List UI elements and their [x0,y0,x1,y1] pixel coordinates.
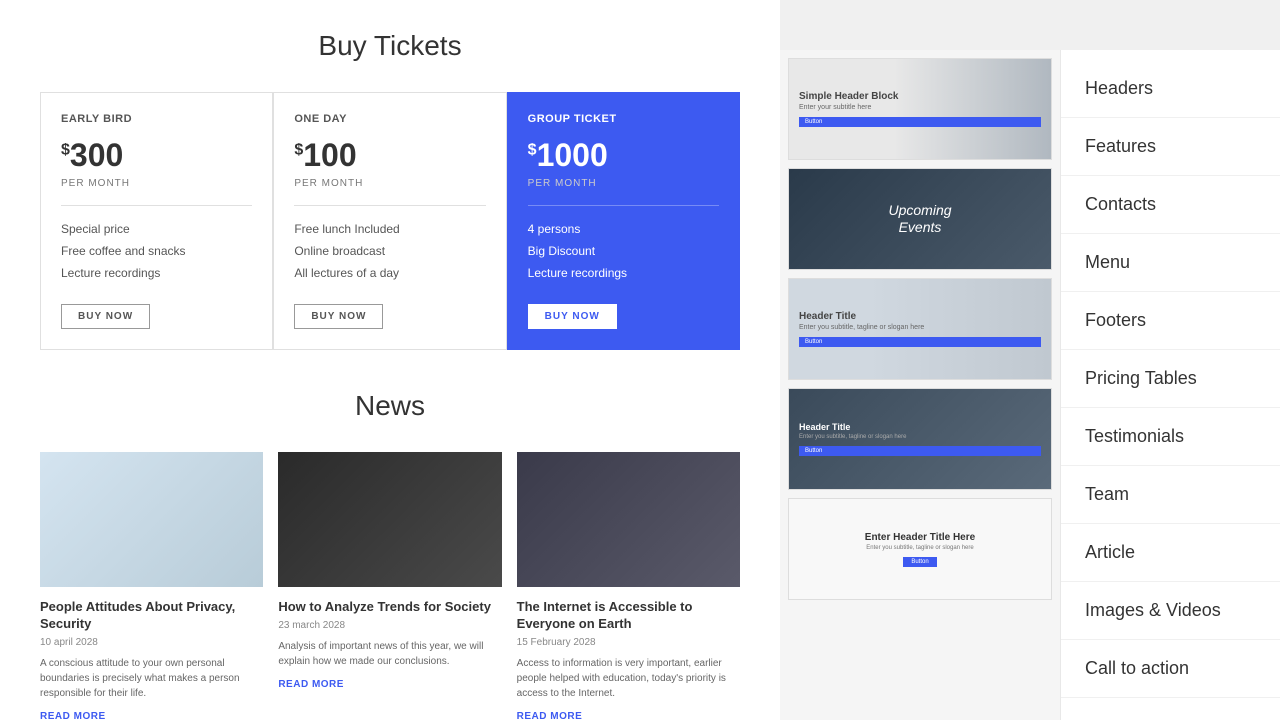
thumb-header-bg: Header Title Enter you subtitle, tagline… [789,279,1051,379]
main-content: Buy Tickets EARLY BIRD $300 PER MONTH Sp… [0,0,780,720]
pricing-card-group: GROUP TICKET $1000 PER MONTH 4 persons B… [507,92,740,350]
nav-item-menu[interactable]: Menu [1061,234,1280,292]
thumbnail-simple-header[interactable]: Simple Header Block Enter your subtitle … [788,58,1052,160]
thumb-upcoming-bg: UpcomingEvents [789,169,1051,269]
thumbnail-preview-1: Simple Header Block Enter your subtitle … [789,59,1051,159]
thumb-dark-header-bg: Header Title Enter you subtitle, tagline… [789,389,1051,489]
nav-item-article[interactable]: Article [1061,524,1280,582]
buy-btn-2[interactable]: BUY NOW [294,304,383,329]
read-more-1[interactable]: READ MORE [40,711,263,720]
thumbnail-header-title[interactable]: Header Title Enter you subtitle, tagline… [788,278,1052,380]
news-date-3: 15 February 2028 [517,637,740,648]
thumbnail-preview-4: Header Title Enter you subtitle, tagline… [789,389,1051,489]
pricing-label-1: EARLY BIRD [61,113,252,125]
thumb-simple-header-bg: Simple Header Block Enter your subtitle … [789,59,1051,159]
read-more-3[interactable]: READ MORE [517,711,740,720]
nav-item-headers[interactable]: Headers [1061,60,1280,118]
pricing-container: EARLY BIRD $300 PER MONTH Special price … [40,92,740,350]
pricing-period-3: PER MONTH [528,178,719,189]
thumb-light-btn: Button [903,557,936,567]
thumbnail-upcoming-events[interactable]: UpcomingEvents [788,168,1052,270]
news-card-1: People Attitudes About Privacy, Security… [40,452,263,587]
news-title-1: People Attitudes About Privacy, Security [40,599,263,633]
thumbnail-preview-5: Enter Header Title Here Enter you subtit… [789,499,1051,599]
pricing-features-3: 4 persons Big Discount Lecture recording… [528,218,719,284]
nav-item-team[interactable]: Team [1061,466,1280,524]
nav-item-contacts[interactable]: Contacts [1061,176,1280,234]
thumb-light-sub: Enter you subtitle, tagline or slogan he… [866,545,973,551]
pricing-label-2: ONE DAY [294,113,485,125]
pricing-period-2: PER MONTH [294,178,485,189]
thumbnails-panel[interactable]: Simple Header Block Enter your subtitle … [780,50,1060,720]
pricing-label-3: GROUP TICKET [528,113,719,125]
thumb-subtitle-3: Enter you subtitle, tagline or slogan he… [799,324,1041,331]
thumb-dark-title: Header Title [799,422,1041,432]
news-excerpt-2: Analysis of important news of this year,… [278,639,501,669]
thumb-light-title: Enter Header Title Here [865,532,975,543]
buy-btn-3[interactable]: BUY NOW [528,304,617,329]
pricing-price-1: $300 [61,137,252,174]
thumb-subtitle-1: Enter your subtitle here [799,104,1041,111]
news-card-3: The Internet is Accessible to Everyone o… [517,452,740,587]
news-excerpt-3: Access to information is very important,… [517,656,740,701]
buy-btn-1[interactable]: BUY NOW [61,304,150,329]
thumb-upcoming-title: UpcomingEvents [888,202,951,236]
news-excerpt-1: A conscious attitude to your own persona… [40,656,263,701]
news-date-2: 23 march 2028 [278,620,501,631]
news-section: News People Attitudes About Privacy, Sec… [40,390,740,587]
news-title: News [40,390,740,422]
read-more-2[interactable]: READ MORE [278,679,501,690]
pricing-card-early-bird: EARLY BIRD $300 PER MONTH Special price … [40,92,273,350]
buy-tickets-title: Buy Tickets [40,30,740,62]
nav-item-pricing-tables[interactable]: Pricing Tables [1061,350,1280,408]
right-sidebar: ✓ Select and Drag Section to Page Simple… [780,0,1280,720]
pricing-features-2: Free lunch Included Online broadcast All… [294,218,485,284]
news-title-3: The Internet is Accessible to Everyone o… [517,599,740,633]
nav-item-footers[interactable]: Footers [1061,292,1280,350]
thumbnail-preview-3: Header Title Enter you subtitle, tagline… [789,279,1051,379]
nav-item-features[interactable]: Features [1061,118,1280,176]
thumb-title-1: Simple Header Block [799,91,1041,102]
thumb-btn-3: Button [799,337,1041,347]
nav-item-images-videos[interactable]: Images & Videos [1061,582,1280,640]
pricing-period-1: PER MONTH [61,178,252,189]
nav-item-call-to-action[interactable]: Call to action [1061,640,1280,698]
pricing-card-one-day: ONE DAY $100 PER MONTH Free lunch Includ… [273,92,506,350]
news-card-2: How to Analyze Trends for Society 23 mar… [278,452,501,587]
thumb-dark-sub: Enter you subtitle, tagline or slogan he… [799,434,1041,440]
pricing-price-2: $100 [294,137,485,174]
news-grid: People Attitudes About Privacy, Security… [40,452,740,587]
thumb-btn-1: Button [799,117,1041,127]
news-image-3 [517,452,740,587]
thumb-title-3: Header Title [799,311,1041,322]
thumb-dark-btn: Button [799,446,1041,456]
nav-panel: Headers Features Contacts Menu Footers P… [1060,50,1280,720]
pricing-features-1: Special price Free coffee and snacks Lec… [61,218,252,284]
pricing-price-3: $1000 [528,137,719,174]
thumbnail-preview-2: UpcomingEvents [789,169,1051,269]
news-image-1 [40,452,263,587]
news-title-2: How to Analyze Trends for Society [278,599,501,616]
thumbnail-light-header[interactable]: Enter Header Title Here Enter you subtit… [788,498,1052,600]
thumbnail-dark-header[interactable]: Header Title Enter you subtitle, tagline… [788,388,1052,490]
news-image-2 [278,452,501,587]
nav-item-testimonials[interactable]: Testimonials [1061,408,1280,466]
news-date-1: 10 april 2028 [40,637,263,648]
thumb-light-header-bg: Enter Header Title Here Enter you subtit… [789,499,1051,599]
